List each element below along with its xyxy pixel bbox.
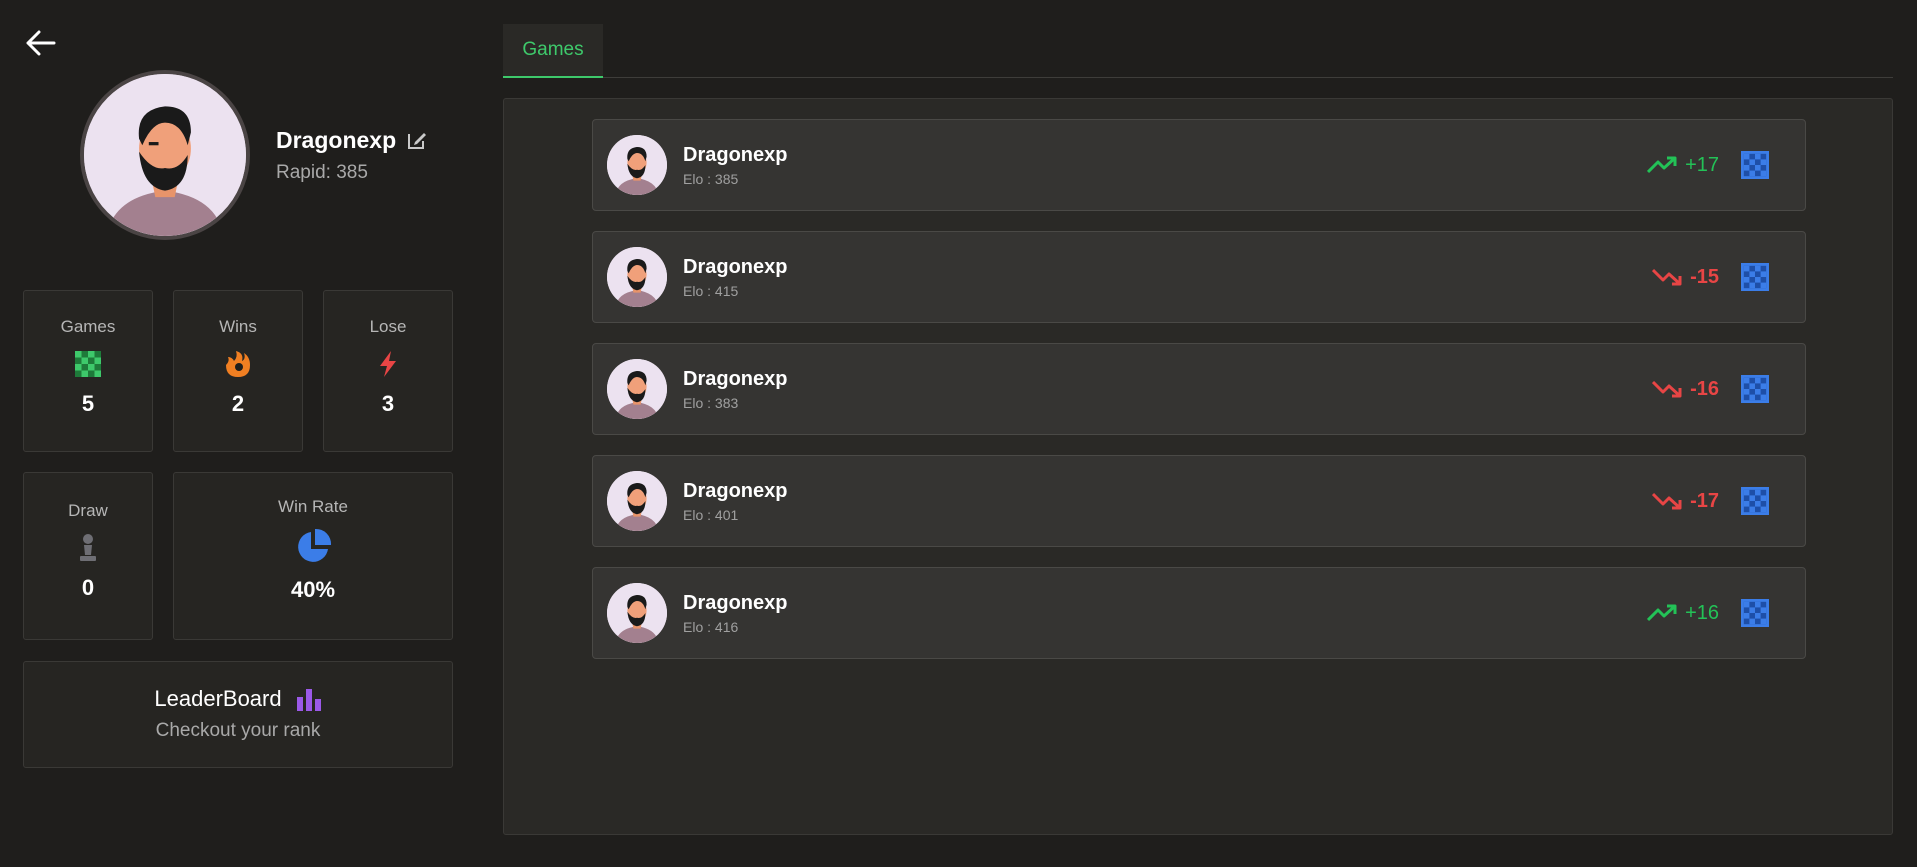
player-elo: Elo : 401: [683, 506, 739, 523]
leaderboard-card[interactable]: LeaderBoard Checkout your rank: [23, 661, 453, 768]
pie-chart-icon: [298, 528, 332, 562]
player-elo: Elo : 416: [683, 618, 739, 635]
rating-change: +17: [1619, 154, 1719, 177]
profile-header: Dragonexp Rapid: 385: [80, 70, 428, 240]
player-name: Dragonexp: [683, 255, 788, 278]
list-item[interactable]: Dragonexp Elo : 383 -16: [592, 343, 1806, 435]
tab-games[interactable]: Games: [503, 24, 603, 78]
games-stat-label: Games: [60, 317, 116, 336]
wins-stat-card: Wins 2: [173, 290, 303, 452]
rating-change: -16: [1619, 378, 1719, 401]
tab-bar: Games: [503, 24, 1893, 78]
player-elo: Elo : 385: [683, 170, 739, 187]
list-item[interactable]: Dragonexp Elo : 401 -17: [592, 455, 1806, 547]
win-rate-stat-label: Win Rate: [278, 497, 348, 516]
rating-change-value: +16: [1685, 601, 1719, 624]
leaderboard-title: LeaderBoard: [154, 686, 282, 711]
rating-change: +16: [1619, 602, 1719, 625]
chessboard-icon[interactable]: [1741, 151, 1769, 179]
games-stat-value: 5: [81, 391, 95, 416]
lose-stat-value: 3: [381, 391, 395, 416]
list-item[interactable]: Dragonexp Elo : 415 -15: [592, 231, 1806, 323]
avatar: [607, 583, 667, 643]
player-name: Dragonexp: [683, 479, 788, 502]
trend-down-icon: [1652, 268, 1682, 286]
bar-chart-icon: [296, 689, 321, 711]
lightning-icon: [380, 351, 396, 377]
lose-stat-card: Lose 3: [323, 290, 453, 452]
player-elo: Elo : 415: [683, 282, 739, 299]
draw-stat-card: Draw 0: [23, 472, 153, 640]
lose-stat-label: Lose: [369, 317, 407, 336]
rating-change-value: +17: [1685, 153, 1719, 176]
arrow-left-icon: [26, 30, 56, 56]
leaderboard-subtitle: Checkout your rank: [155, 720, 321, 741]
games-list: Dragonexp Elo : 385 +17 Dragonexp Elo: …: [503, 98, 1893, 835]
chessboard-icon[interactable]: [1741, 263, 1769, 291]
avatar: [607, 359, 667, 419]
win-rate-stat-card: Win Rate 40%: [173, 472, 453, 640]
avatar: [607, 471, 667, 531]
back-button[interactable]: [24, 26, 58, 60]
list-item[interactable]: Dragonexp Elo : 385 +17: [592, 119, 1806, 211]
player-elo: Elo : 383: [683, 394, 739, 411]
player-name: Dragonexp: [683, 367, 788, 390]
rating-change-value: -16: [1690, 377, 1719, 400]
draw-stat-label: Draw: [68, 501, 108, 520]
trend-up-icon: [1647, 604, 1677, 622]
fire-icon: [226, 351, 250, 377]
chessboard-icon[interactable]: [1741, 375, 1769, 403]
pawn-icon: [80, 534, 96, 561]
edit-icon[interactable]: [406, 129, 428, 151]
chessboard-icon: [75, 351, 101, 377]
player-name: Dragonexp: [683, 143, 788, 166]
chessboard-icon[interactable]: [1741, 487, 1769, 515]
avatar: [607, 247, 667, 307]
wins-stat-label: Wins: [219, 317, 257, 336]
profile-rating: Rapid: 385: [276, 161, 368, 183]
avatar: [607, 135, 667, 195]
wins-stat-value: 2: [231, 391, 245, 416]
trend-down-icon: [1652, 492, 1682, 510]
chessboard-icon[interactable]: [1741, 599, 1769, 627]
rating-change-value: -15: [1690, 265, 1719, 288]
draw-stat-value: 0: [81, 575, 95, 600]
profile-username: Dragonexp: [276, 126, 397, 153]
trend-down-icon: [1652, 380, 1682, 398]
rating-change: -15: [1619, 266, 1719, 289]
player-name: Dragonexp: [683, 591, 788, 614]
list-item[interactable]: Dragonexp Elo : 416 +16: [592, 567, 1806, 659]
rating-change: -17: [1619, 490, 1719, 513]
rating-change-value: -17: [1690, 489, 1719, 512]
win-rate-stat-value: 40%: [290, 577, 336, 602]
avatar: [80, 70, 250, 240]
trend-up-icon: [1647, 156, 1677, 174]
games-stat-card: Games 5: [23, 290, 153, 452]
